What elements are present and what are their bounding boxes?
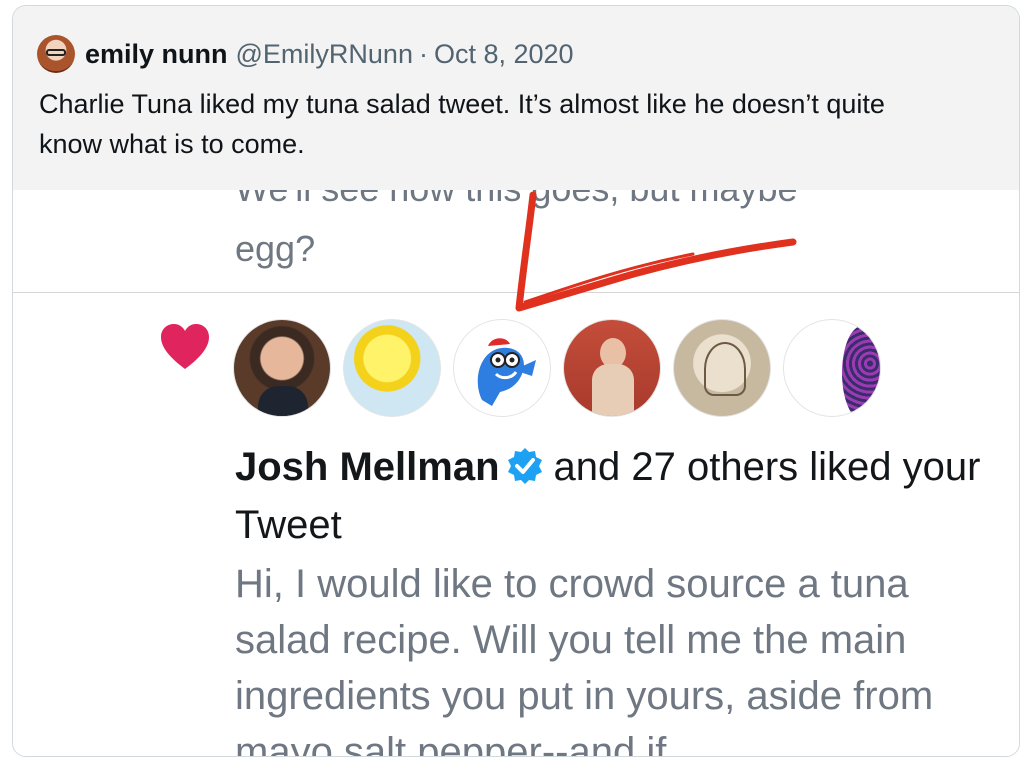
liker-avatar-balloon[interactable] — [343, 319, 441, 417]
liker-avatar-charlie-tuna[interactable] — [453, 319, 551, 417]
author-handle[interactable]: @EmilyRNunn — [236, 39, 413, 70]
tweet-text: Charlie Tuna liked my tuna salad tweet. … — [39, 89, 885, 159]
like-notification-line: Josh Mellman and 27 others liked your Tw… — [235, 438, 995, 554]
verified-badge-icon — [507, 448, 542, 484]
liker-name[interactable]: Josh Mellman — [235, 445, 500, 489]
author-row: emily nunn @EmilyRNunn · Oct 8, 2020 — [37, 34, 574, 74]
liker-avatar-icon-saint[interactable] — [673, 319, 771, 417]
liker-avatar-josh[interactable] — [233, 319, 331, 417]
quoted-tweet-card[interactable]: emily nunn @EmilyRNunn · Oct 8, 2020 Cha… — [12, 5, 1020, 757]
red-arrow-annotation — [515, 191, 797, 312]
liker-avatar-woman[interactable] — [563, 319, 661, 417]
previous-tweet-text: egg? — [235, 228, 316, 269]
liker-avatars — [233, 319, 893, 417]
author-avatar[interactable] — [37, 35, 75, 73]
tweet-header: emily nunn @EmilyRNunn · Oct 8, 2020 Cha… — [13, 6, 1019, 190]
author-name[interactable]: emily nunn — [85, 39, 228, 70]
tweet-date[interactable]: Oct 8, 2020 — [434, 39, 574, 70]
liked-tweet-text: Hi, I would like to crowd source a tuna … — [235, 562, 934, 757]
liker-avatar-pattern[interactable] — [783, 319, 881, 417]
separator-dot: · — [418, 38, 428, 69]
embedded-screenshot[interactable]: We'll see how this goes, but maybe egg? — [13, 168, 1019, 757]
heart-icon — [161, 324, 209, 369]
